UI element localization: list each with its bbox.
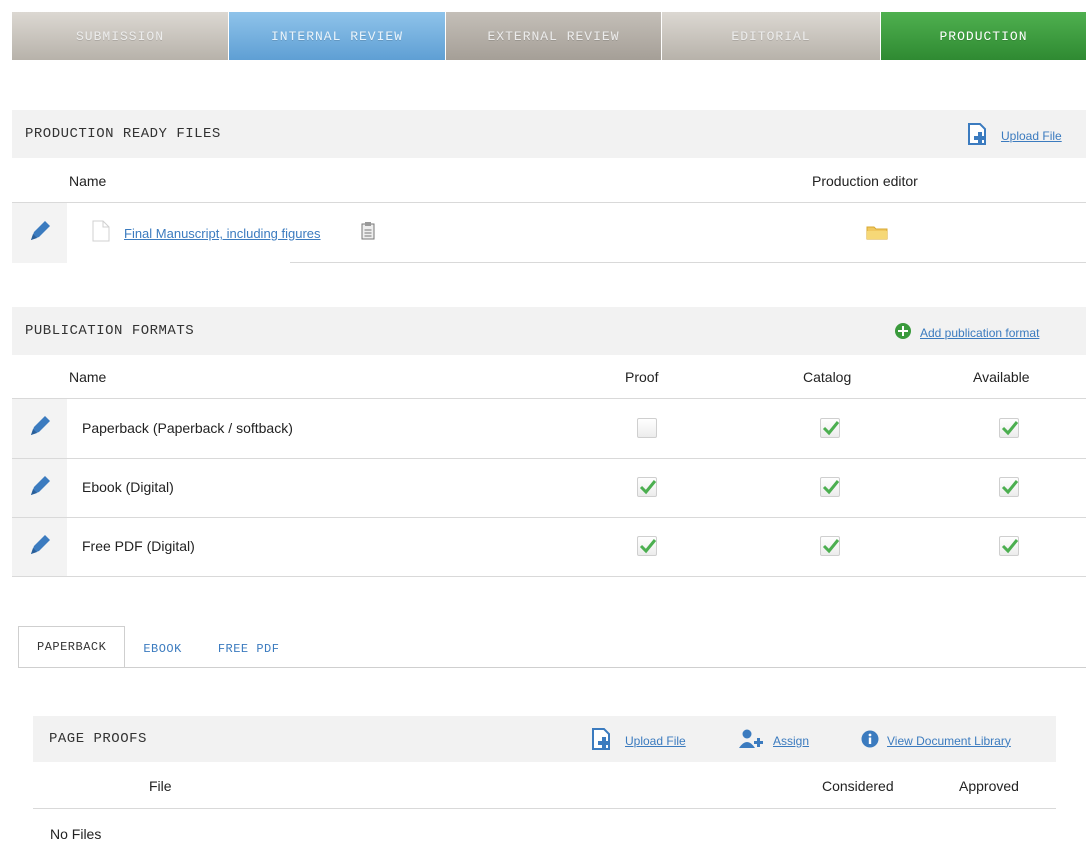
edit-format-button[interactable]	[12, 518, 67, 576]
upload-file-icon	[591, 727, 617, 754]
catalog-checkbox[interactable]	[820, 536, 840, 556]
view-document-library-button[interactable]: View Document Library	[861, 730, 1011, 751]
workflow-stage-tabs: SUBMISSION INTERNAL REVIEW EXTERNAL REVI…	[12, 12, 1086, 60]
tab-paperback[interactable]: PAPERBACK	[18, 626, 126, 668]
upload-file-icon	[967, 122, 993, 149]
page-proofs-header: PAGE PROOFS Upload File Assign View Docu…	[33, 716, 1056, 762]
format-tabs: PAPERBACK EBOOK FREE PDF	[18, 626, 298, 668]
pencil-icon	[27, 413, 53, 444]
checkmark-icon	[1001, 421, 1019, 436]
assign-button[interactable]: Assign	[739, 729, 809, 752]
available-checkbox[interactable]	[999, 418, 1019, 438]
available-checkbox[interactable]	[999, 536, 1019, 556]
add-publication-format-button[interactable]: Add publication format	[894, 322, 1039, 343]
upload-file-button[interactable]: Upload File	[591, 727, 686, 754]
stage-tab-production[interactable]: PRODUCTION	[881, 12, 1086, 60]
upload-file-button[interactable]: Upload File	[967, 122, 1062, 149]
format-name: Ebook (Digital)	[82, 479, 174, 495]
assign-label: Assign	[773, 733, 810, 748]
checkmark-icon	[822, 480, 840, 495]
publication-formats-header: PUBLICATION FORMATS Add publication form…	[12, 307, 1086, 355]
info-icon	[861, 730, 879, 751]
column-header-proof: Proof	[625, 369, 659, 385]
file-name-link[interactable]: Final Manuscript, including figures	[124, 226, 321, 241]
format-name: Paperback (Paperback / softback)	[82, 420, 293, 436]
pencil-icon	[27, 218, 53, 249]
section-title: PRODUCTION READY FILES	[25, 126, 221, 142]
upload-file-label: Upload File	[1001, 128, 1062, 143]
edit-file-button[interactable]	[12, 203, 67, 263]
tab-free-pdf[interactable]: FREE PDF	[200, 630, 298, 668]
available-checkbox[interactable]	[999, 477, 1019, 497]
edit-format-button[interactable]	[12, 399, 67, 458]
catalog-checkbox[interactable]	[820, 418, 840, 438]
proof-checkbox[interactable]	[637, 477, 657, 497]
add-publication-format-label: Add publication format	[920, 325, 1040, 340]
no-files-message: No Files	[50, 826, 102, 842]
add-circle-icon	[894, 322, 912, 343]
stage-tab-internal-review[interactable]: INTERNAL REVIEW	[229, 12, 446, 60]
tab-ebook[interactable]: EBOOK	[125, 630, 200, 668]
column-header-name: Name	[69, 173, 107, 189]
column-header-production-editor: Production editor	[812, 173, 918, 189]
stage-tab-external-review[interactable]: EXTERNAL REVIEW	[446, 12, 662, 60]
view-document-library-label: View Document Library	[887, 733, 1011, 748]
notes-icon[interactable]	[361, 222, 375, 245]
pencil-icon	[27, 473, 53, 504]
column-header-available: Available	[973, 369, 1030, 385]
section-title: PAGE PROOFS	[49, 731, 147, 747]
column-header-file: File	[149, 778, 172, 794]
checkmark-icon	[822, 421, 840, 436]
checkmark-icon	[639, 480, 657, 495]
catalog-checkbox[interactable]	[820, 477, 840, 497]
file-row: Final Manuscript, including figures	[92, 220, 375, 247]
checkmark-icon	[639, 539, 657, 554]
folder-icon[interactable]	[866, 224, 888, 245]
document-icon	[92, 220, 110, 247]
checkmark-icon	[1001, 480, 1019, 495]
edit-format-button[interactable]	[12, 459, 67, 517]
add-user-icon	[739, 729, 765, 752]
column-header-considered: Considered	[822, 778, 894, 794]
column-header-catalog: Catalog	[803, 369, 852, 385]
proof-checkbox[interactable]	[637, 536, 657, 556]
column-header-approved: Approved	[959, 778, 1019, 794]
checkmark-icon	[822, 539, 840, 554]
stage-tab-submission[interactable]: SUBMISSION	[12, 12, 229, 60]
checkmark-icon	[1001, 539, 1019, 554]
section-title: PUBLICATION FORMATS	[25, 323, 195, 339]
upload-file-label: Upload File	[625, 733, 686, 748]
pencil-icon	[27, 532, 53, 563]
production-ready-files-header: PRODUCTION READY FILES Upload File	[12, 110, 1086, 158]
stage-tab-editorial[interactable]: EDITORIAL	[662, 12, 881, 60]
format-name: Free PDF (Digital)	[82, 538, 195, 554]
column-header-name: Name	[69, 369, 107, 385]
proof-checkbox[interactable]	[637, 418, 657, 438]
